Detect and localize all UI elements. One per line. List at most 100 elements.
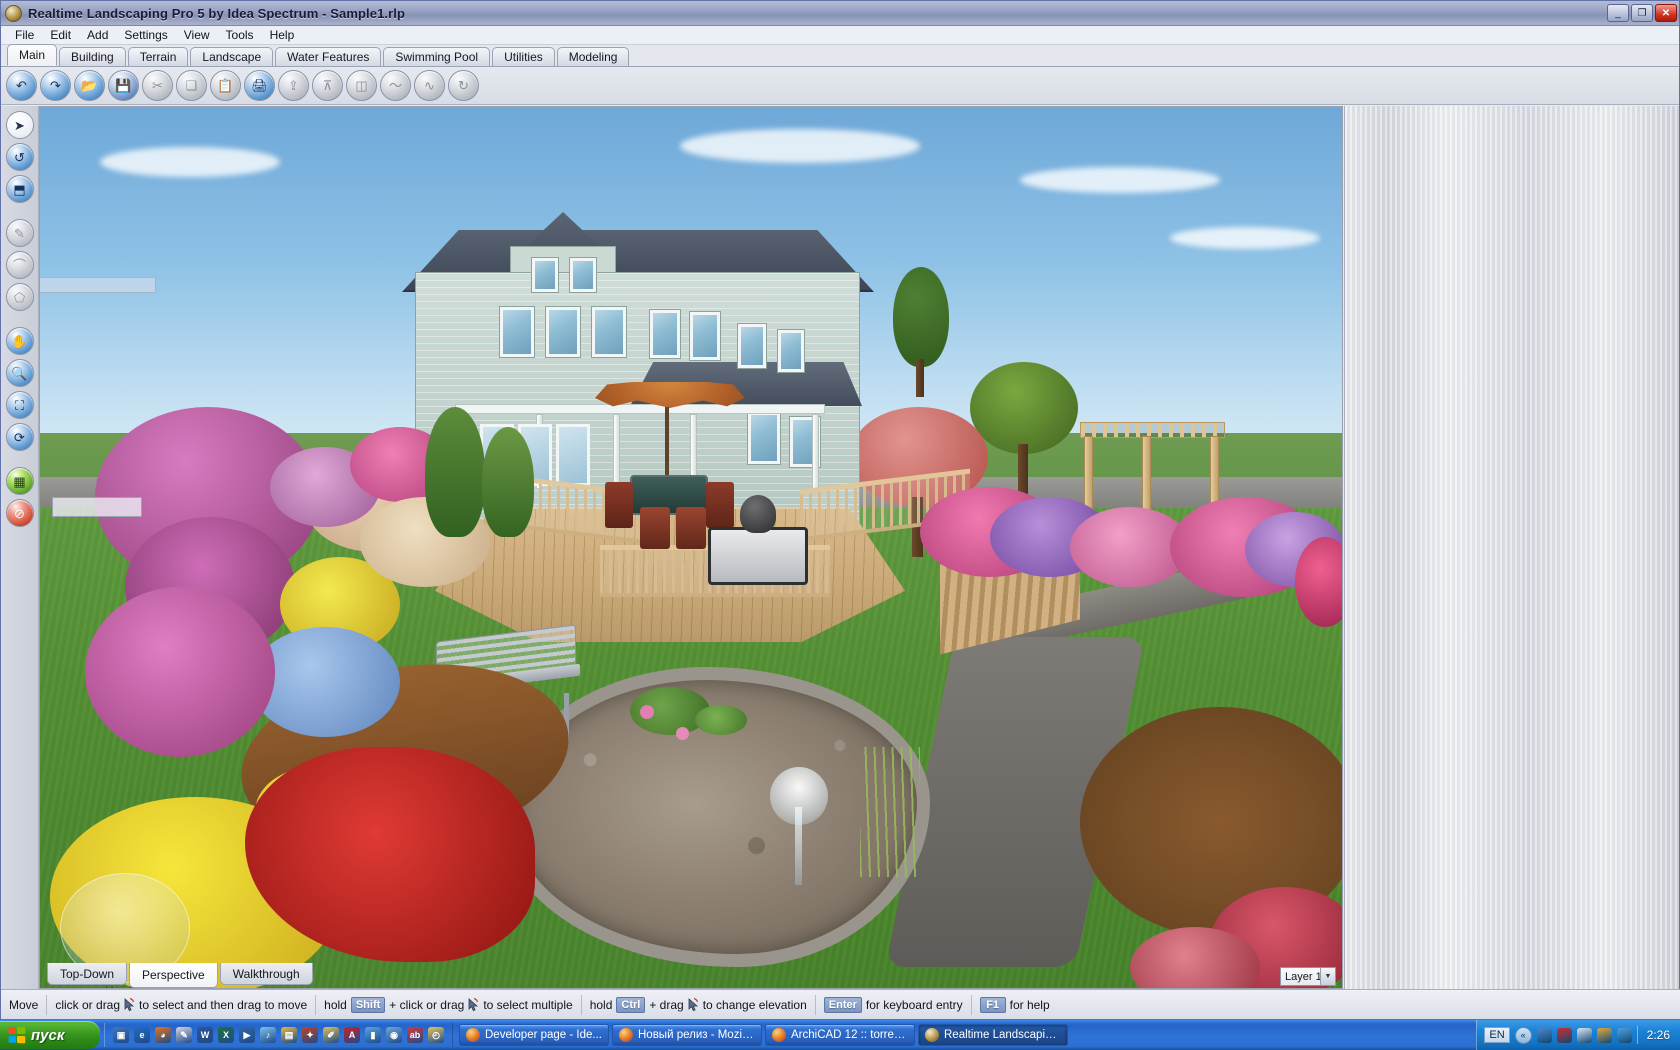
porch-column [613,414,620,489]
acrobat-icon[interactable]: A [344,1027,360,1043]
abv-icon[interactable]: ab [407,1027,423,1043]
status-bar: Move click or drag to select and then drag… [1,989,1680,1019]
patio-chair[interactable] [605,482,633,528]
tab-main[interactable]: Main [7,44,58,66]
terrain-grid-tool[interactable]: ▦ [5,467,34,495]
3d-viewport[interactable]: Orbit Zoom Height [39,106,1343,989]
volume-icon[interactable] [1576,1027,1592,1043]
cloud [1020,167,1220,193]
menu-item-edit[interactable]: Edit [42,27,79,43]
status-hint-text: for keyboard entry [865,997,963,1012]
language-indicator[interactable]: EN [1484,1027,1510,1043]
zoom-magnifier-tool[interactable]: 🔍 [5,359,34,387]
menu-item-add[interactable]: Add [79,27,116,43]
notepad-icon[interactable]: ✐ [323,1027,339,1043]
window-controls: _ ❐ ✕ [1607,4,1677,22]
delete-tool[interactable]: ⊘ [5,499,34,527]
tab-utilities[interactable]: Utilities [492,47,555,66]
update-icon[interactable] [1596,1027,1612,1043]
cloud [100,147,280,177]
patio-door [556,424,590,486]
status-hint-text: click or drag [55,997,121,1012]
firefox-icon [772,1028,786,1042]
key-badge-shift: Shift [350,996,386,1013]
select-arrow-tool[interactable]: ➤ [5,111,34,139]
right-dock-panel[interactable] [1344,106,1679,989]
taskbar-button-label: ArchiCAD 12 :: torren... [791,1029,908,1041]
menu-item-help[interactable]: Help [262,27,303,43]
tray-expand-chevron-icon[interactable]: « [1514,1026,1532,1044]
view-tab-walkthrough[interactable]: Walkthrough [219,963,313,985]
shield-icon[interactable] [1616,1027,1632,1043]
menu-item-view[interactable]: View [176,27,218,43]
undo-icon[interactable]: ↶ [6,70,37,101]
status-hint-text: for help [1009,997,1050,1012]
tab-modeling[interactable]: Modeling [556,47,630,66]
menu-item-settings[interactable]: Settings [116,27,175,43]
tab-terrain[interactable]: Terrain [127,47,189,66]
tab-landscape[interactable]: Landscape [190,47,274,66]
tab-building[interactable]: Building [59,47,126,66]
house-window [748,412,780,464]
firefox-icon [466,1028,480,1042]
status-mode-label: Move [9,997,39,1012]
firefox-icon [619,1028,633,1042]
tab-water-features[interactable]: Water Features [275,47,382,66]
taskbar-button[interactable]: Realtime Landscaping... [918,1024,1068,1046]
window-title: Realtime Landscaping Pro 5 by Idea Spect… [28,5,406,21]
patio-chair[interactable] [640,507,670,549]
earth-icon[interactable]: ◉ [386,1027,402,1043]
antivirus-icon[interactable] [1556,1027,1572,1043]
patio-chair[interactable] [676,507,706,549]
redo-icon[interactable]: ↷ [40,70,71,101]
tab-swimming-pool[interactable]: Swimming Pool [383,47,491,66]
network-icon[interactable] [1536,1027,1552,1043]
start-button[interactable]: пуск [0,1021,100,1049]
rotate-tooltip [52,497,142,517]
clock-icon[interactable]: ◴ [428,1027,444,1043]
taskbar-button[interactable]: ArchiCAD 12 :: torren... [765,1024,915,1046]
paste-icon: 📋 [210,70,241,101]
layer-selector[interactable]: Layer 1 ▼ [1280,967,1336,986]
word-icon[interactable]: W [197,1027,213,1043]
deck-lounge-chair[interactable] [708,527,808,585]
show-desktop-icon[interactable]: ▣ [113,1027,129,1043]
view-tab-perspective[interactable]: Perspective [129,963,218,988]
title-bar[interactable]: Realtime Landscaping Pro 5 by Idea Spect… [1,1,1679,26]
internet-explorer-icon[interactable]: e [134,1027,150,1043]
firefox-icon[interactable]: ◕ [155,1027,171,1043]
tray-clock[interactable]: 2:26 [1643,1028,1674,1042]
urn-planter[interactable] [740,495,776,533]
house-window [546,307,580,357]
chevron-down-icon[interactable]: ▼ [1320,968,1335,985]
save-icon[interactable]: 💾 [108,70,139,101]
utility-icon[interactable]: ✦ [302,1027,318,1043]
key-badge-enter: Enter [823,996,862,1013]
mirror-icon: ◫ [346,70,377,101]
battery-icon[interactable]: ▮ [365,1027,381,1043]
winamp-icon[interactable]: ♪ [260,1027,276,1043]
rotate-tool[interactable]: ↺ [5,143,34,171]
taskbar-button[interactable]: Developer page - Ide... [459,1024,609,1046]
close-button[interactable]: ✕ [1655,4,1677,22]
paint-brush-icon[interactable]: ✎ [176,1027,192,1043]
explorer-folder-icon[interactable]: ▤ [281,1027,297,1043]
print-icon[interactable]: 🖨 [244,70,275,101]
open-folder-icon[interactable]: 📂 [74,70,105,101]
maximize-button[interactable]: ❐ [1631,4,1653,22]
orbit-tool[interactable]: ⟳ [5,423,34,451]
pan-hand-tool[interactable]: ✋ [5,327,34,355]
elevation-icon: ⇪ [278,70,309,101]
ribbon-tabstrip: Main Building Terrain Landscape Water Featur… [1,44,1679,67]
menu-item-tools[interactable]: Tools [218,27,262,43]
taskbar-button[interactable]: Новый релиз - Mozill... [612,1024,762,1046]
media-player-icon[interactable]: ▶ [239,1027,255,1043]
view-tab-top-down[interactable]: Top-Down [47,963,128,985]
zoom-window-tool[interactable]: ⛶ [5,391,34,419]
cloud [680,129,920,163]
excel-icon[interactable]: X [218,1027,234,1043]
scale-tool[interactable]: ⬒ [5,175,34,203]
patio-chair[interactable] [706,482,734,528]
minimize-button[interactable]: _ [1607,4,1629,22]
menu-item-file[interactable]: File [7,27,42,43]
